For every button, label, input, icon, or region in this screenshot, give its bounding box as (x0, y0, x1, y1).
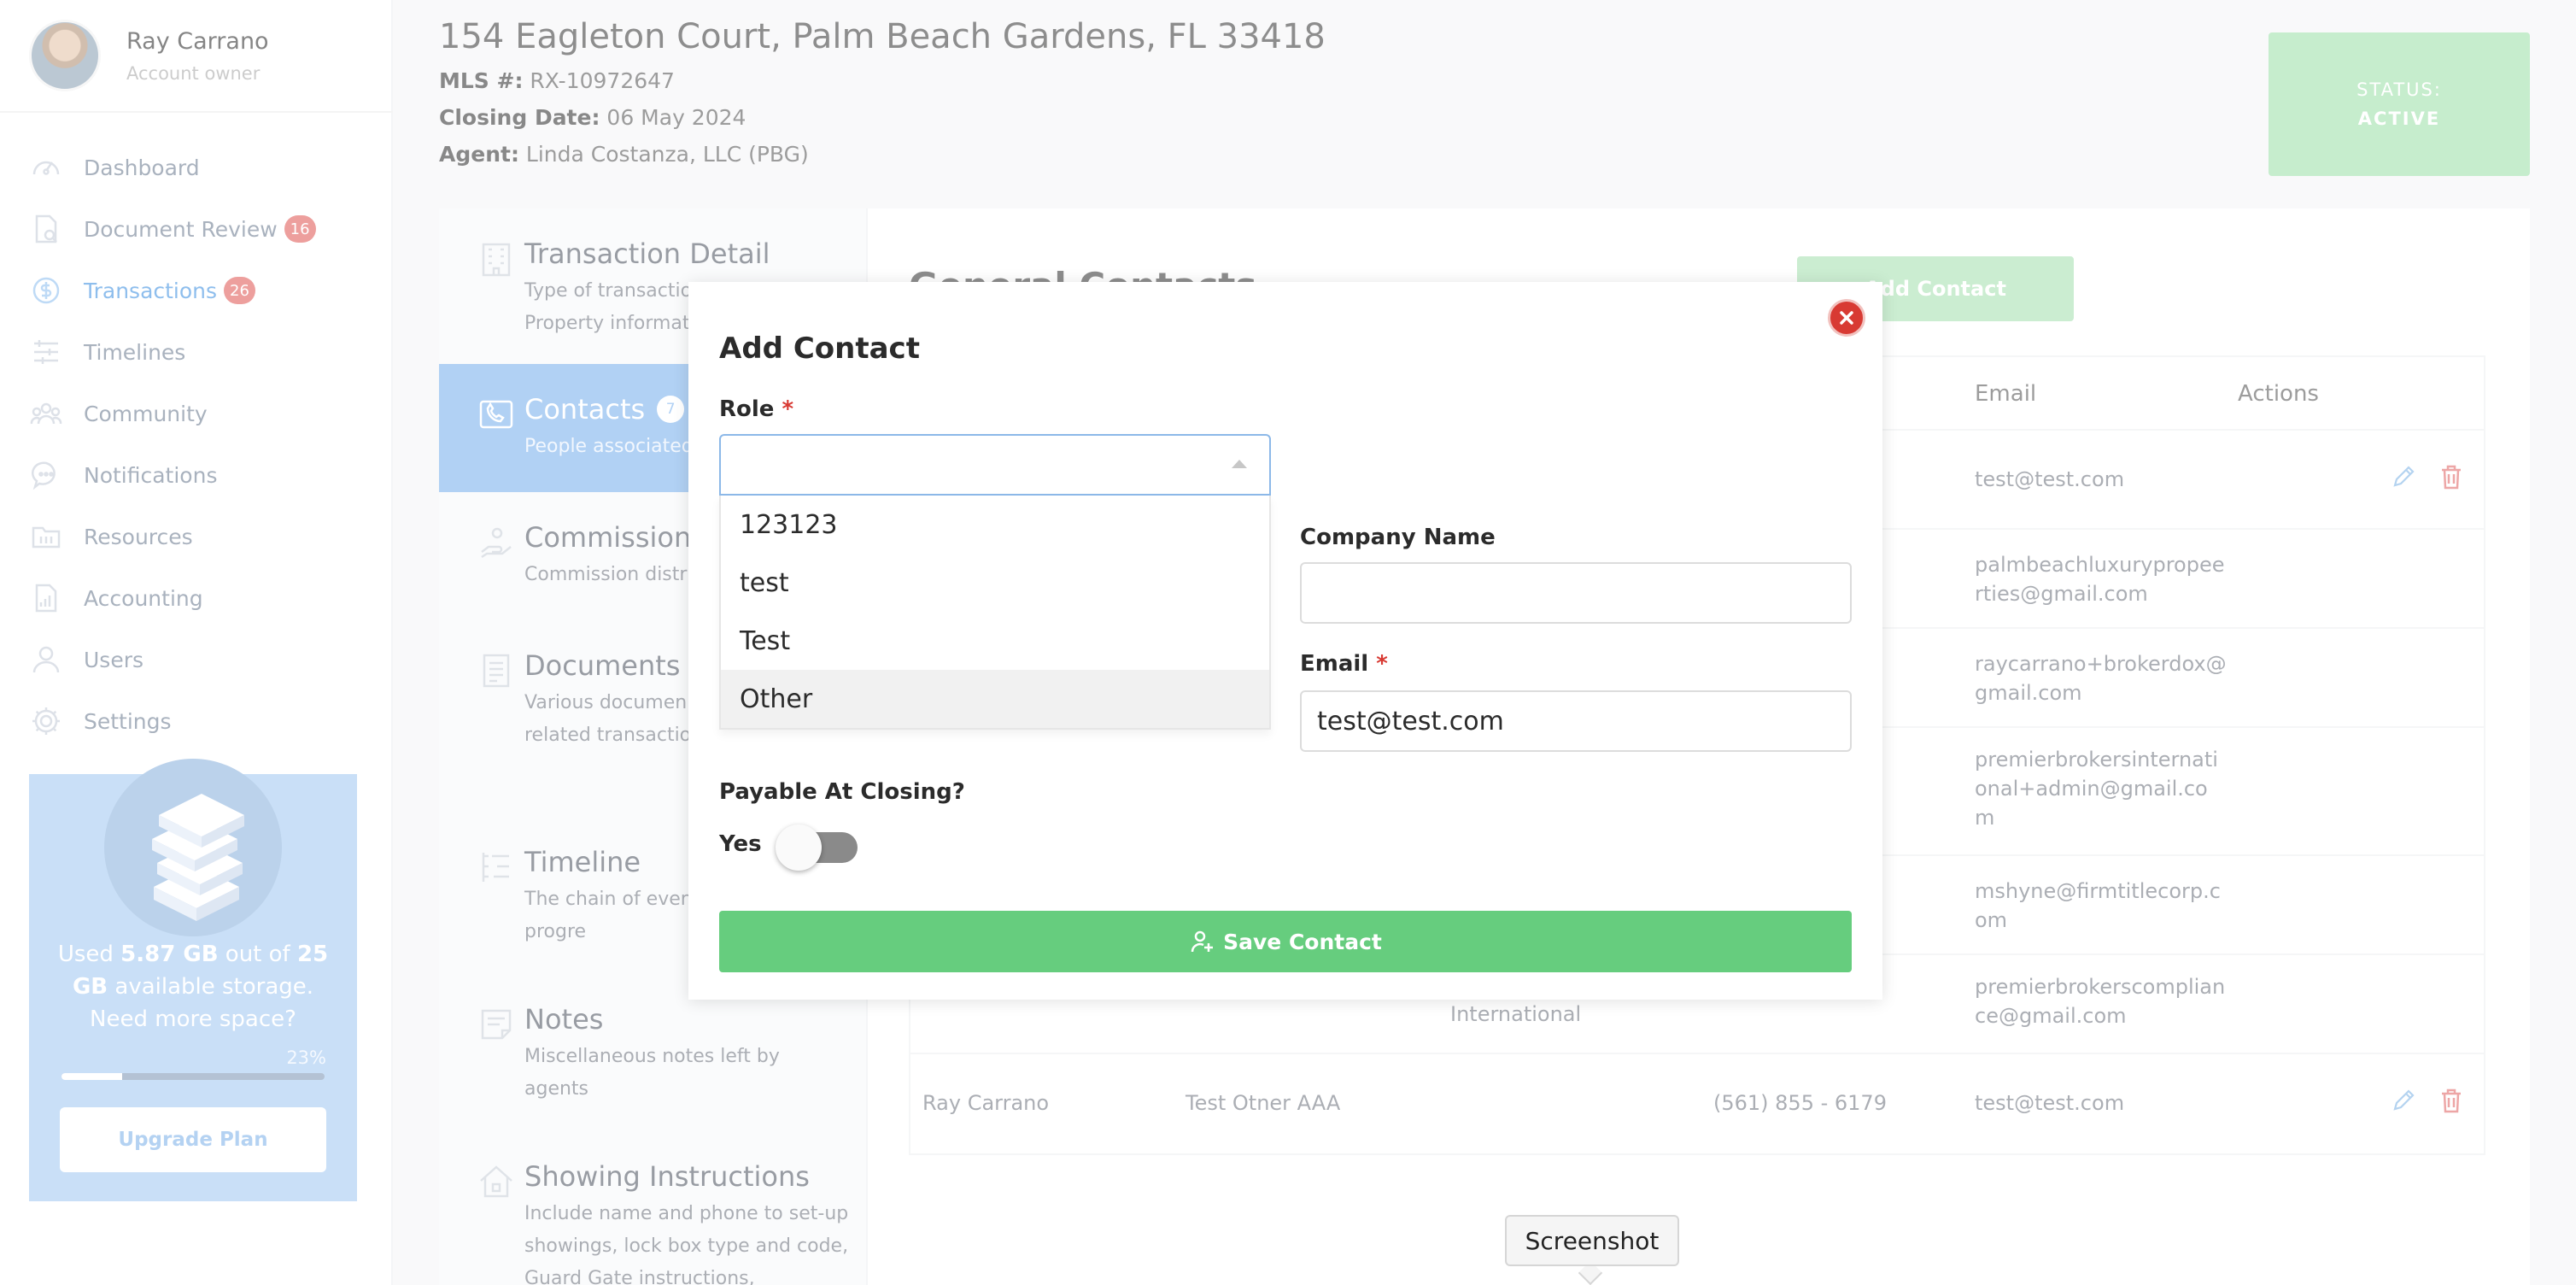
required-marker: * (1376, 651, 1388, 677)
user-add-icon (1191, 930, 1214, 953)
toggle-label: Yes (719, 831, 762, 857)
save-contact-button[interactable]: Save Contact (719, 911, 1852, 972)
role-option[interactable]: test (721, 554, 1269, 612)
role-select[interactable] (719, 434, 1271, 496)
email-input[interactable]: test@test.com (1300, 690, 1852, 752)
payable-at-closing-toggle[interactable] (775, 824, 858, 871)
payable-toggle-row: Yes (719, 824, 858, 871)
role-option[interactable]: Other (721, 670, 1269, 728)
required-marker: * (782, 396, 794, 422)
company-name-input[interactable] (1300, 562, 1852, 624)
add-contact-modal: Add Contact Role * Company Name Email * … (688, 282, 1882, 1000)
role-label: Role * (719, 396, 793, 422)
close-button[interactable] (1828, 299, 1865, 337)
email-label: Email * (1300, 651, 1388, 677)
role-dropdown: 123123 test Test Other (719, 496, 1271, 730)
role-option[interactable]: 123123 (721, 496, 1269, 554)
screenshot-tooltip: Screenshot (1505, 1215, 1679, 1266)
modal-title: Add Contact (719, 332, 920, 366)
save-contact-label: Save Contact (1223, 929, 1382, 954)
payable-at-closing-label: Payable At Closing? (719, 779, 965, 805)
email-label-text: Email (1300, 651, 1369, 677)
role-option[interactable]: Test (721, 612, 1269, 670)
close-icon (1840, 311, 1853, 325)
role-label-text: Role (719, 396, 775, 422)
toggle-knob (775, 824, 822, 871)
company-name-label: Company Name (1300, 525, 1496, 550)
chevron-up-icon (1232, 460, 1247, 468)
